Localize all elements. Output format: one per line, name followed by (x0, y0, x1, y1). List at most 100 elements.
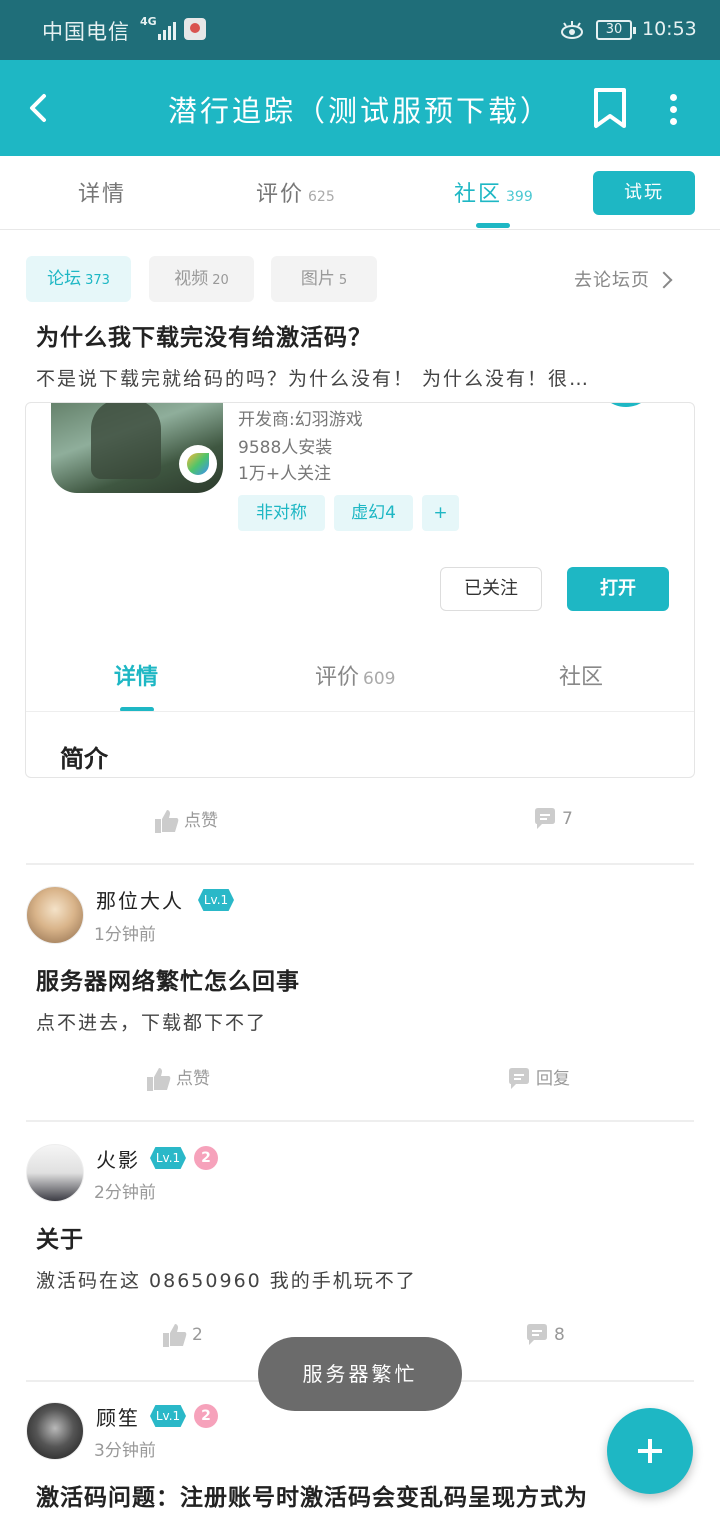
tag-asymmetric[interactable]: 非对称 (238, 495, 325, 531)
post-excerpt[interactable]: 激活码在这 08650960 我的手机玩不了 (36, 1266, 676, 1293)
divider (26, 863, 694, 865)
tab-community[interactable]: 社区 399 (454, 176, 533, 208)
tab-count: 625 (308, 189, 335, 205)
status-bar: 中国电信 4G 30 10:53 (0, 0, 720, 60)
tab-indicator (476, 223, 510, 228)
followers-label: 1万+人关注 (238, 464, 332, 484)
filter-count: 20 (212, 273, 229, 288)
tab-count: 399 (506, 189, 533, 205)
signal-icon (156, 18, 178, 40)
notification-app-icon (184, 18, 206, 40)
clock: 10:53 (642, 18, 697, 40)
goto-forum-label: 去论坛页 (574, 270, 650, 291)
inner-divider (26, 711, 694, 712)
comment-button[interactable]: 8 (524, 1322, 565, 1348)
tab-label: 社区 (454, 182, 503, 207)
back-arrow-icon[interactable] (22, 90, 58, 126)
page-title: 潜行追踪（测试服预下载） (167, 94, 552, 128)
soldier-figure (91, 403, 161, 479)
like-button[interactable]: 2 (162, 1322, 203, 1348)
thumbs-up-icon (155, 810, 179, 833)
followed-button[interactable]: 已关注 (440, 567, 542, 611)
filter-images[interactable]: 图片 5 (271, 256, 377, 302)
post-excerpt[interactable]: 不是说下载完就给码的吗？为什么没有！ 为什么没有！很… (36, 364, 684, 391)
filter-video[interactable]: 视频 20 (149, 256, 254, 302)
detail-tabs: 详情 评价 625 社区 399 试玩 (0, 156, 720, 230)
game-cover-image (51, 403, 223, 493)
post-time: 2分钟前 (94, 1183, 156, 1203)
filter-label: 图片 (300, 269, 335, 289)
post-time: 3分钟前 (94, 1441, 156, 1461)
app-bar: 潜行追踪（测试服预下载） (0, 60, 720, 156)
inner-tab-community[interactable]: 社区 (559, 659, 603, 691)
tab-label: 评价 (256, 182, 305, 207)
inner-tab-details[interactable]: 详情 (114, 659, 158, 691)
post-title[interactable]: 服务器网络繁忙怎么回事 (36, 962, 676, 996)
open-button[interactable]: 打开 (567, 567, 669, 611)
comment-icon (527, 1324, 547, 1345)
like-label: 点赞 (184, 811, 218, 831)
filter-count: 373 (85, 273, 110, 288)
inner-tab-count: 609 (363, 669, 396, 689)
more-options-icon[interactable] (660, 90, 688, 130)
username[interactable]: 那位大人 (96, 885, 184, 914)
like-count: 2 (192, 1325, 203, 1345)
post-title[interactable]: 为什么我下载完没有给激活码？ (36, 318, 676, 352)
tab-details[interactable]: 详情 (78, 176, 126, 208)
chevron-right-icon (655, 271, 673, 289)
username[interactable]: 顾笙 (96, 1402, 140, 1431)
tab-label: 详情 (78, 182, 127, 207)
inner-tab-reviews[interactable]: 评价 609 (315, 659, 395, 691)
comment-count: 8 (554, 1325, 565, 1345)
post-title[interactable]: 关于 (36, 1220, 676, 1254)
filter-forum[interactable]: 论坛 373 (26, 256, 131, 302)
bookmark-icon[interactable] (590, 86, 630, 130)
goto-forum-link[interactable]: 去论坛页 (574, 266, 673, 292)
reply-label: 回复 (536, 1069, 570, 1089)
eye-comfort-icon (561, 21, 583, 39)
post-title[interactable]: 激活码问题：注册账号时激活码会变乱码呈现方式为 (36, 1478, 676, 1512)
inner-tab-label: 评价 (315, 665, 360, 690)
avatar[interactable] (26, 886, 84, 944)
post-excerpt[interactable]: 点不进去，下载都下不了 (36, 1008, 676, 1035)
reply-button[interactable]: 回复 (506, 1064, 570, 1092)
battery-level: 30 (605, 22, 623, 37)
inner-tab-label: 社区 (559, 665, 604, 690)
thumbs-up-icon (163, 1324, 187, 1347)
toast-message: 服务器繁忙 (258, 1337, 462, 1411)
like-label: 点赞 (176, 1069, 210, 1089)
tag-unreal4[interactable]: 虚幻4 (334, 495, 413, 531)
add-post-button[interactable] (607, 1408, 693, 1494)
avatar[interactable] (26, 1402, 84, 1460)
comment-icon (535, 808, 555, 829)
trial-button[interactable]: 试玩 (593, 171, 695, 215)
like-button[interactable]: 点赞 (154, 806, 218, 834)
developer-label: 开发商:幻羽游戏 (238, 410, 363, 430)
installs-label: 9588人安装 (238, 438, 333, 458)
avatar[interactable] (26, 1144, 84, 1202)
username[interactable]: 火影 (96, 1144, 140, 1173)
thumbs-up-icon (147, 1068, 171, 1091)
medal-badge: 2 (194, 1146, 218, 1170)
comment-icon (509, 1068, 529, 1089)
tag-add[interactable]: + (422, 495, 459, 531)
tab-reviews[interactable]: 评价 625 (256, 176, 335, 208)
level-badge: Lv.1 (150, 1147, 186, 1169)
filter-count: 5 (338, 273, 348, 288)
filter-label: 论坛 (47, 269, 82, 289)
level-badge: Lv.1 (150, 1405, 186, 1427)
level-badge: Lv.1 (198, 889, 234, 911)
filter-label: 视频 (174, 269, 209, 289)
intro-heading: 简介 (60, 745, 108, 773)
comment-button[interactable]: 7 (532, 806, 573, 832)
inner-tab-label: 详情 (114, 665, 159, 690)
divider (26, 1120, 694, 1122)
medal-badge: 2 (194, 1404, 218, 1428)
carrier-label: 中国电信 (42, 20, 130, 44)
battery-icon: 30 (596, 20, 636, 40)
comment-count: 7 (562, 809, 573, 829)
platform-logo-icon (179, 445, 217, 483)
post-image-screenshot[interactable]: 开发商:幻羽游戏 9588人安装 1万+人关注 非对称 虚幻4 + 已关注 打开… (25, 402, 695, 778)
like-button[interactable]: 点赞 (146, 1064, 210, 1092)
network-type: 4G (140, 15, 157, 28)
